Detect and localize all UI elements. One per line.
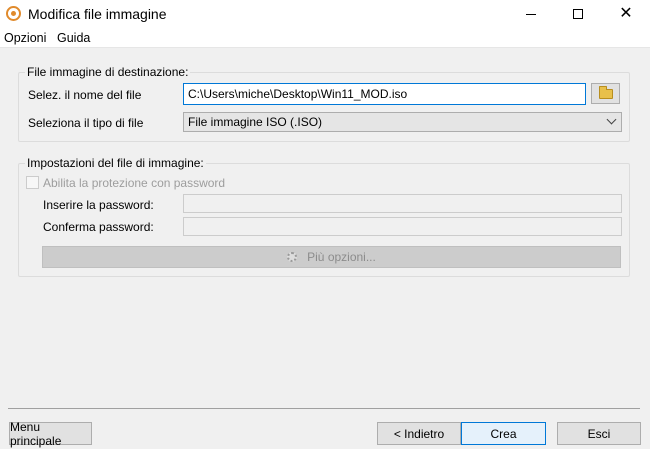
menu-bar: Opzioni Guida	[0, 28, 650, 48]
title-bar: Modifica file immagine ✕	[0, 0, 650, 28]
browse-button[interactable]	[591, 83, 620, 104]
maximize-icon	[573, 9, 583, 19]
filename-input[interactable]: C:\Users\miche\Desktop\Win11_MOD.iso	[183, 83, 586, 105]
password-label: Inserire la password:	[43, 198, 154, 212]
password-field[interactable]	[183, 194, 622, 213]
exit-button[interactable]: Esci	[557, 422, 641, 445]
minimize-icon	[526, 13, 536, 15]
minimize-button[interactable]	[508, 0, 554, 28]
footer-divider	[8, 408, 640, 409]
destination-group-title: File immagine di destinazione:	[25, 65, 191, 79]
confirm-password-field[interactable]	[183, 217, 622, 236]
window-title: Modifica file immagine	[28, 6, 167, 22]
password-checkbox-label: Abilita la protezione con password	[43, 176, 226, 190]
menu-guida[interactable]: Guida	[57, 31, 90, 45]
chevron-down-icon	[606, 114, 617, 125]
close-icon: ✕	[619, 5, 633, 22]
image-settings-group-title: Impostazioni del file di immagine:	[25, 156, 206, 170]
more-options-label: Più opzioni...	[307, 250, 376, 264]
confirm-password-label: Conferma password:	[43, 220, 154, 234]
maximize-button[interactable]	[555, 0, 601, 28]
filetype-label: Seleziona il tipo di file	[28, 116, 144, 130]
menu-opzioni[interactable]: Opzioni	[4, 31, 46, 45]
close-button[interactable]: ✕	[603, 0, 649, 28]
main-menu-button[interactable]: Menu principale	[9, 420, 92, 448]
folder-icon	[598, 85, 613, 99]
back-button[interactable]: < Indietro	[377, 422, 461, 445]
disc-icon	[6, 6, 21, 21]
more-options-button[interactable]: Più opzioni...	[42, 246, 621, 268]
filetype-select[interactable]: File immagine ISO (.ISO)	[183, 112, 622, 132]
password-checkbox[interactable]	[26, 176, 39, 189]
gear-icon	[287, 252, 298, 262]
create-button[interactable]: Crea	[461, 422, 546, 445]
filetype-selected-value: File immagine ISO (.ISO)	[188, 115, 323, 129]
filename-label: Selez. il nome del file	[28, 88, 142, 102]
